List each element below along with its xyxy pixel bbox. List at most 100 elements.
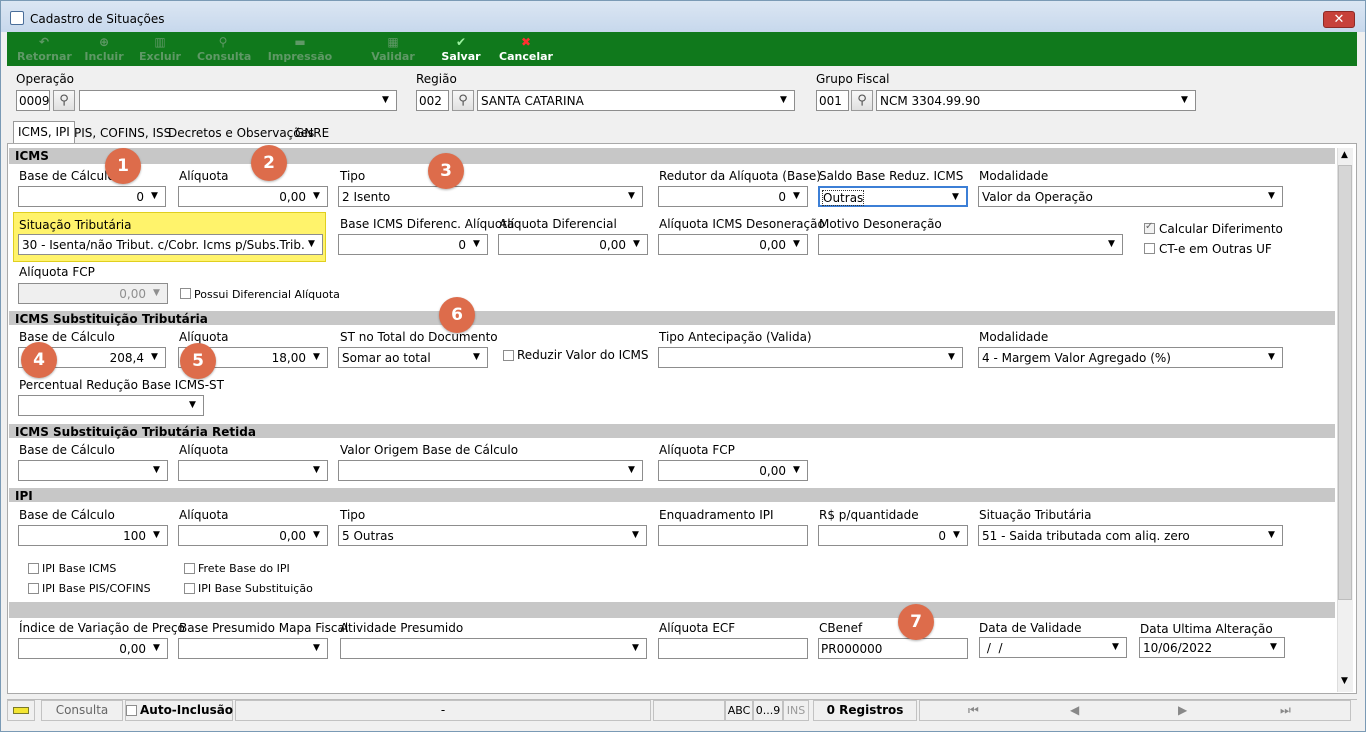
calcular-diferimento-checkbox[interactable] [1144, 221, 1155, 234]
operacao-select[interactable]: ▼ [79, 90, 397, 111]
chevron-down-icon: ▼ [1108, 239, 1115, 249]
chevron-up-icon[interactable]: ▲ [1341, 150, 1348, 160]
salvar-button[interactable]: ✔ Salvar [439, 34, 483, 64]
st-aliquota-label: Alíquota [179, 330, 229, 344]
auto-inclusao-toggle[interactable]: Auto-Inclusão [125, 700, 233, 721]
enquadramento-field[interactable] [658, 525, 808, 546]
impressao-button[interactable]: ▬ Impressão [267, 34, 333, 64]
grupo-search-button[interactable]: ⚲ [851, 90, 873, 111]
aliq-dif-select[interactable]: 0,00 ▼ [498, 234, 648, 255]
frete-checkbox[interactable] [184, 563, 195, 574]
chevron-down-icon: ▼ [793, 191, 800, 201]
presumido-mapa-select[interactable]: ▼ [178, 638, 328, 659]
regiao-search-button[interactable]: ⚲ [452, 90, 474, 111]
regiao-label: Região [416, 72, 457, 86]
chevron-down-icon: ▼ [793, 239, 800, 249]
retida-base-select[interactable]: ▼ [18, 460, 168, 481]
incluir-button[interactable]: ⊕ Incluir [83, 34, 125, 64]
ipi-base-icms-checkbox[interactable] [28, 563, 39, 574]
rs-qtd-select[interactable]: 0 ▼ [818, 525, 968, 546]
atividade-label: Atividade Presumido [340, 621, 464, 635]
modalidade-label: Modalidade [979, 169, 1049, 183]
status-empty [653, 700, 725, 721]
close-button[interactable]: ✕ [1323, 11, 1355, 28]
aliq-deson-label: Alíquota ICMS Desoneração [659, 217, 825, 231]
status-abc: ABC [725, 700, 753, 721]
st-modalidade-select[interactable]: 4 - Margem Valor Agregado (%) ▼ [978, 347, 1283, 368]
status-color-button[interactable] [7, 700, 35, 721]
cte-label: CT-e em Outras UF [1159, 242, 1272, 256]
ipi-situacao-select[interactable]: 51 - Saida tributada com aliq. zero ▼ [978, 525, 1283, 546]
validade-select[interactable]: / / ▼ [979, 637, 1127, 658]
base-dif-select[interactable]: 0 ▼ [338, 234, 488, 255]
valor-origem-select[interactable]: ▼ [338, 460, 643, 481]
indice-select[interactable]: 0,00 ▼ [18, 638, 168, 659]
fcp-select[interactable]: 0,00 ▼ [18, 283, 168, 304]
aliq-deson-select[interactable]: 0,00 ▼ [658, 234, 808, 255]
antecipacao-select[interactable]: ▼ [658, 347, 963, 368]
redutor-select[interactable]: 0 ▼ [658, 186, 808, 207]
scroll-thumb[interactable] [1338, 165, 1352, 600]
ipi-base-label: Base de Cálculo [19, 508, 115, 522]
reduzir-checkbox[interactable] [503, 350, 514, 361]
calcular-diferimento-label: Calcular Diferimento [1159, 222, 1283, 236]
chevron-down-icon: ▼ [151, 191, 158, 201]
aliquota-select[interactable]: 0,00 ▼ [178, 186, 328, 207]
st-total-select[interactable]: Somar ao total ▼ [338, 347, 488, 368]
consulta-button[interactable]: ⚲ Consulta [197, 34, 251, 64]
validar-button[interactable]: ▦ Validar [371, 34, 415, 64]
chevron-down-icon: ▼ [1181, 95, 1188, 105]
ultima-value: 10/06/2022 [1143, 641, 1213, 655]
operacao-search-button[interactable]: ⚲ [53, 90, 75, 111]
aliq-ecf-field[interactable] [658, 638, 808, 659]
tab-icms-ipi[interactable]: ICMS, IPI [13, 121, 75, 143]
regiao-code-field[interactable]: 002 [416, 90, 449, 111]
ipi-base-sub-checkbox[interactable] [184, 583, 195, 594]
ipi-base-pis-checkbox[interactable] [28, 583, 39, 594]
badge-7: 7 [898, 604, 934, 640]
chevron-down-icon: ▼ [308, 239, 315, 249]
operacao-code-value: 0009 [19, 94, 50, 108]
app-icon [10, 11, 24, 25]
frete-label: Frete Base do IPI [198, 562, 290, 575]
retornar-button[interactable]: ↶ Retornar [17, 34, 72, 64]
chevron-down-icon: ▼ [313, 352, 320, 362]
regiao-select[interactable]: SANTA CATARINA ▼ [477, 90, 795, 111]
motivo-select[interactable]: ▼ [818, 234, 1123, 255]
atividade-select[interactable]: ▼ [340, 638, 647, 659]
tipo-select[interactable]: 2 Isento ▼ [338, 186, 643, 207]
retida-aliquota-select[interactable]: ▼ [178, 460, 328, 481]
situacao-select[interactable]: 30 - Isenta/não Tribut. c/Cobr. Icms p/S… [18, 234, 323, 255]
base-calculo-select[interactable]: 0 ▼ [18, 186, 166, 207]
ipi-aliquota-value: 0,00 [279, 529, 306, 543]
ipi-tipo-select[interactable]: 5 Outras ▼ [338, 525, 647, 546]
next-record-icon[interactable]: ▶ [1178, 701, 1187, 720]
saldo-select[interactable]: Outras ▼ [818, 186, 968, 207]
redutor-value: 0 [778, 190, 786, 204]
tab-gnre[interactable]: GNRE [291, 123, 333, 143]
cte-checkbox[interactable] [1144, 243, 1155, 254]
aliquota-value: 0,00 [279, 190, 306, 204]
ipi-aliquota-select[interactable]: 0,00 ▼ [178, 525, 328, 546]
excluir-button[interactable]: ▥ Excluir [139, 34, 181, 64]
auto-inclusao-checkbox[interactable] [126, 705, 137, 716]
cbenef-field[interactable]: PR000000 [818, 638, 968, 659]
fcp-value: 0,00 [119, 287, 146, 301]
grupo-select[interactable]: NCM 3304.99.90 ▼ [876, 90, 1196, 111]
modalidade-select[interactable]: Valor da Operação ▼ [978, 186, 1283, 207]
prev-record-icon[interactable]: ◀ [1070, 701, 1079, 720]
last-record-icon[interactable]: ⏭ [1280, 701, 1291, 720]
reduzir-label: Reduzir Valor do ICMS [517, 348, 649, 362]
ipi-base-select[interactable]: 100 ▼ [18, 525, 168, 546]
possui-diferencial-checkbox[interactable] [180, 288, 191, 299]
percentual-select[interactable]: ▼ [18, 395, 204, 416]
operacao-code-field[interactable]: 0009 [16, 90, 50, 111]
first-record-icon[interactable]: ⏮ [968, 701, 979, 720]
tab-pis-cofins[interactable]: PIS, COFINS, ISS [70, 123, 175, 143]
cancelar-button[interactable]: ✖ Cancelar [499, 34, 553, 64]
grupo-code-field[interactable]: 001 [816, 90, 849, 111]
badge-5: 5 [180, 343, 216, 379]
retida-fcp-select[interactable]: 0,00 ▼ [658, 460, 808, 481]
ultima-select[interactable]: 10/06/2022 ▼ [1139, 637, 1285, 658]
chevron-down-icon[interactable]: ▼ [1341, 676, 1348, 686]
